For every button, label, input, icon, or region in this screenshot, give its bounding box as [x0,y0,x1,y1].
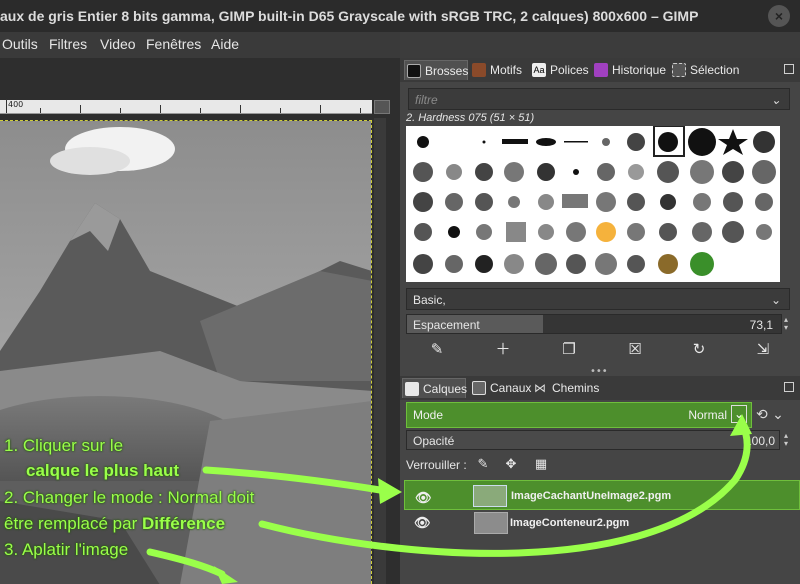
lock-position-icon[interactable]: ✥ [502,456,520,474]
eye-icon[interactable]: 👁 [415,483,432,513]
tab-channels[interactable]: Canaux [470,378,531,398]
brushes-grid[interactable] [406,125,780,282]
history-icon [594,63,608,77]
annotation-step1-line2: calque le plus haut [26,461,180,480]
close-button[interactable]: × [768,5,790,27]
annotation-step3: 3. Aplatir l'image [4,540,129,559]
chevron-down-icon[interactable]: ⌄ [731,405,747,423]
annotation-step2-line2: être remplacé par Différence [4,514,226,533]
opacity-spinner[interactable]: ▴ ▾ [784,432,796,448]
tab-history[interactable]: Historique [592,60,668,80]
lock-pixels-icon[interactable]: ✎ [474,456,492,474]
layers-tabbar: Calques Canaux ⋈ Chemins [400,376,800,400]
brush-thumbnails [413,125,780,282]
tab-patterns[interactable]: Motifs [470,60,528,80]
annotation-step2-line1: 2. Changer le mode : Normal doit [4,488,255,507]
tab-layers[interactable]: Calques [402,378,467,398]
tab-selection[interactable]: Sélection [670,60,760,80]
open-brush-image-icon[interactable]: ⇲ [754,340,772,358]
layer-thumbnail [473,485,507,507]
eye-icon[interactable]: 👁 [414,510,431,536]
lock-alpha-icon[interactable]: ▦ [532,456,550,474]
tab-paths[interactable]: ⋈ Chemins [532,378,599,398]
layer-mode-select[interactable]: Mode Normal ⌄ [406,402,752,428]
menu-filtres[interactable]: Filtres [49,36,87,52]
annotation-step1-line1: 1. Cliquer sur le [4,436,124,455]
brush-icon [407,64,421,78]
current-brush-label: 2. Hardness 075 (51 × 51) [406,112,535,124]
edit-brush-icon[interactable]: ✎ [428,340,446,358]
tab-brushes[interactable]: Brosses [404,60,468,80]
dock-menu-icon[interactable] [784,64,794,74]
vertical-scrollbar[interactable] [374,118,386,584]
brush-filter-input[interactable]: filtre ⌄ [408,88,790,110]
ruler-label: 400 [8,100,24,109]
duplicate-brush-icon[interactable]: ❐ [560,340,578,358]
pattern-icon [472,63,486,77]
menu-outils[interactable]: Outils [2,36,38,52]
channels-icon [472,381,486,395]
menu-fenetres[interactable]: Fenêtres [146,36,201,52]
refresh-brushes-icon[interactable]: ↻ [690,340,708,358]
brushes-tabbar: Brosses Motifs Aa Polices Historique Sél… [400,58,800,82]
navigate-icon[interactable] [374,100,390,114]
layers-icon [405,382,419,396]
layer-row-bottom[interactable]: 👁 ImageConteneur2.pgm [404,510,800,536]
dock-menu-icon[interactable] [784,382,794,392]
chevron-down-icon[interactable]: ⌄ [771,289,781,311]
layer-row-top[interactable]: 👁 ImageCachantUneImage2.pgm [404,480,800,510]
font-icon: Aa [532,63,546,77]
menu-aide[interactable]: Aide [211,36,239,52]
menu-bar: Outils Filtres Video Fenêtres Aide [0,32,400,58]
menu-video[interactable]: Video [100,36,136,52]
chevron-down-icon[interactable]: ⌄ [771,89,781,111]
horizontal-ruler: 400 [0,99,372,114]
delete-brush-icon[interactable]: ☒ [626,340,644,358]
lock-label: Verrouiller : [406,458,467,472]
tab-fonts[interactable]: Aa Polices [530,60,590,80]
spacing-spinner[interactable]: ▴ ▾ [784,316,796,332]
layer-thumbnail [474,512,508,534]
spacing-field[interactable]: Espacement 73,1 [406,314,782,334]
brush-preset-select[interactable]: Basic, ⌄ [406,288,790,310]
selection-icon [672,63,686,77]
new-brush-icon[interactable]: ＋ [494,340,512,358]
opacity-field[interactable]: Opacité 100,0 [406,430,780,450]
paths-icon: ⋈ [534,381,546,395]
title-bar: aux de gris Entier 8 bits gamma, GIMP bu… [0,0,800,32]
reset-mode-icon[interactable]: ⟲ ⌄ [756,404,796,426]
window-title: aux de gris Entier 8 bits gamma, GIMP bu… [0,8,699,24]
